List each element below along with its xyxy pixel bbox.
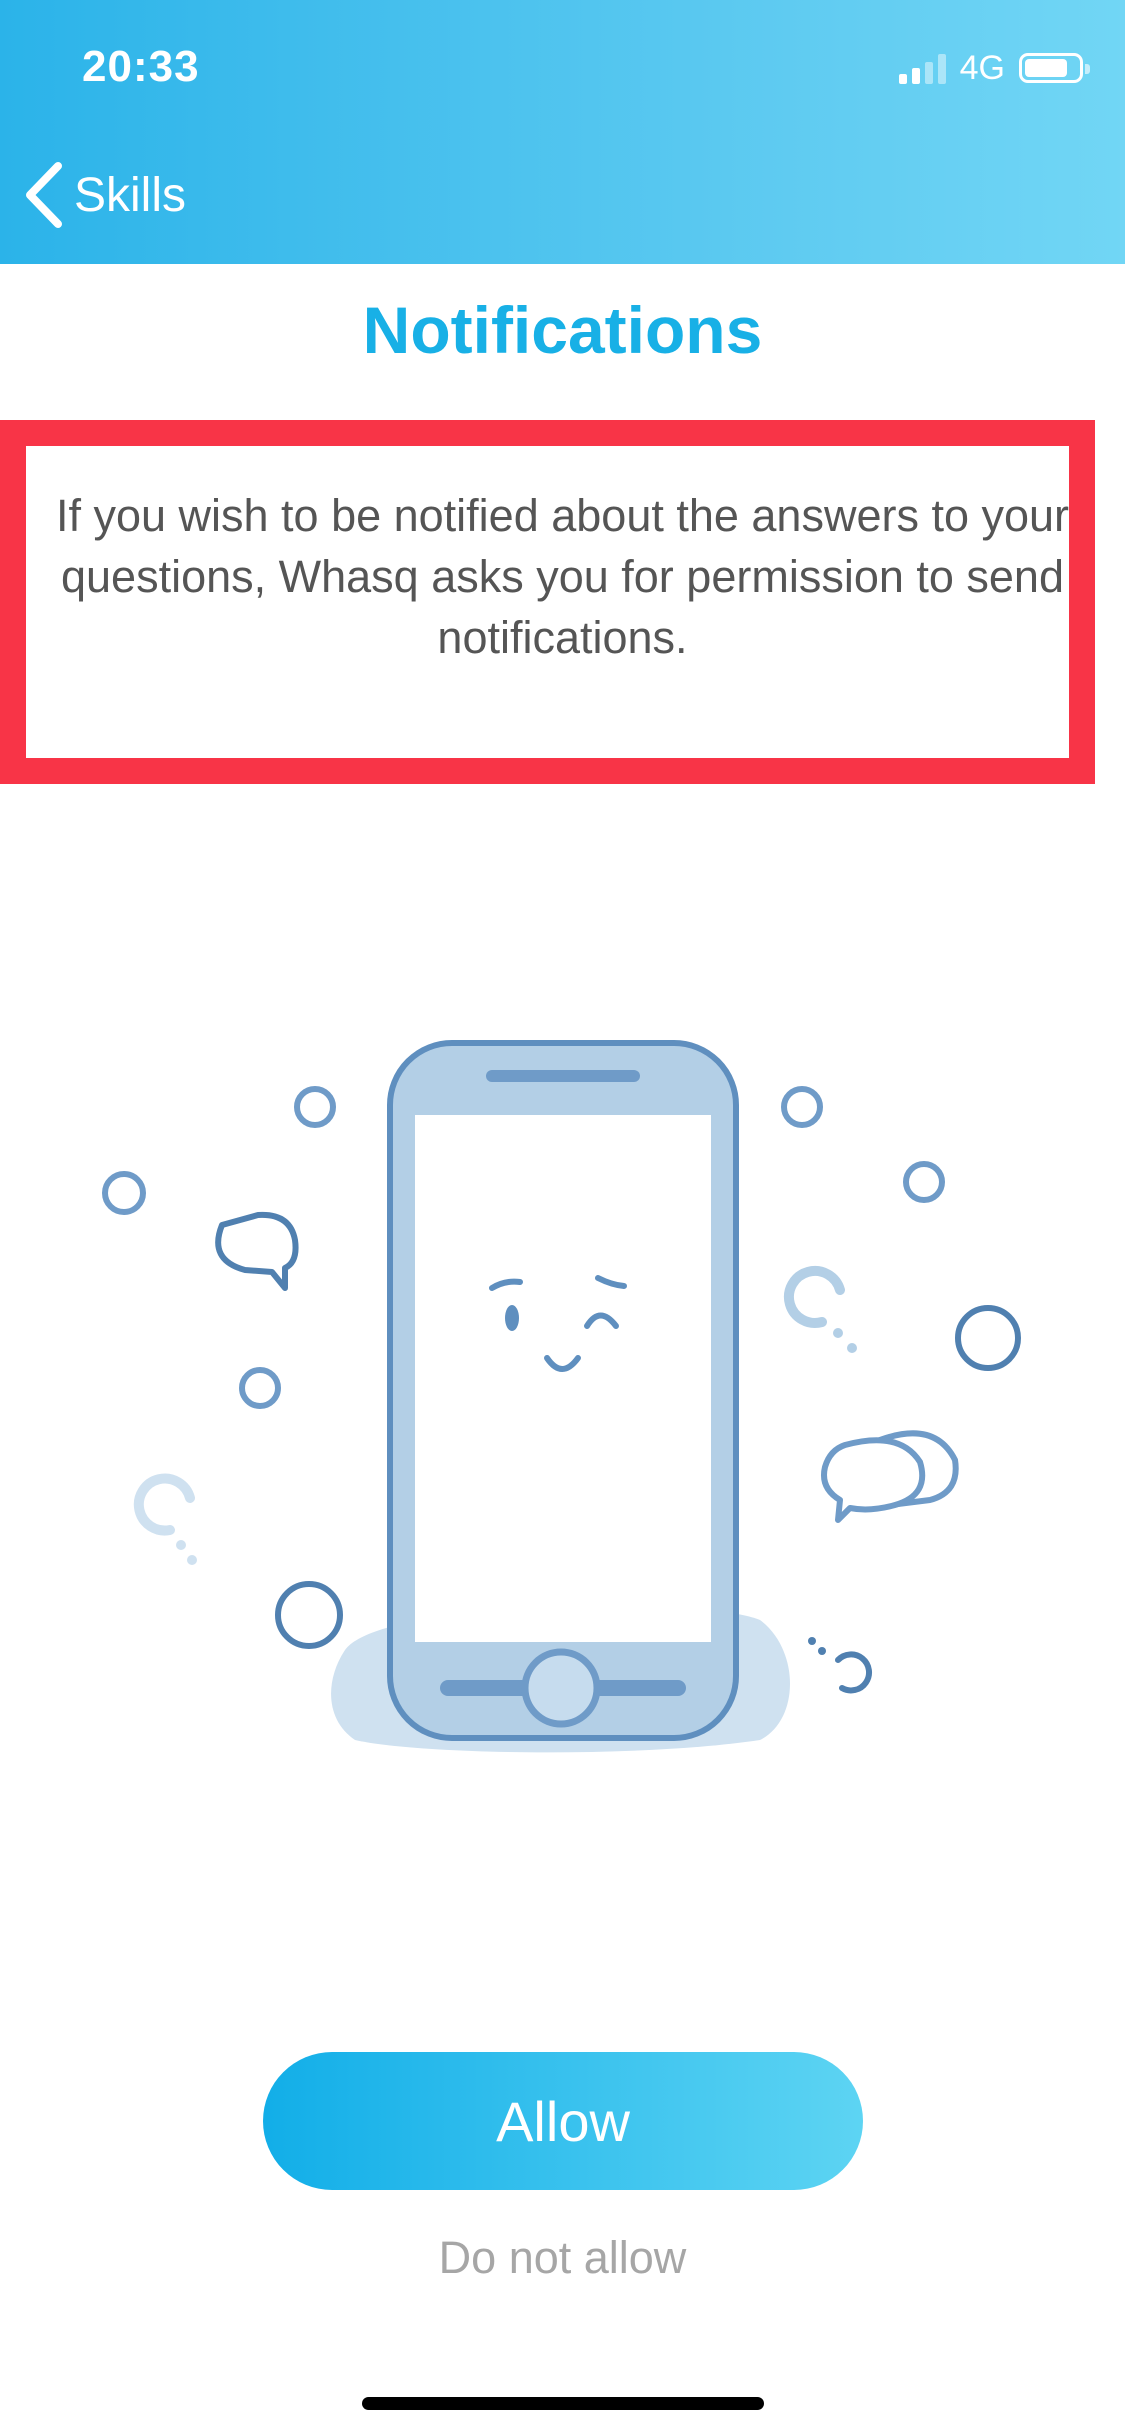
loading-arc-icon <box>835 1651 873 1694</box>
back-label: Skills <box>74 168 187 222</box>
loading-arc-icon <box>133 1473 195 1536</box>
phone-home-button <box>521 1648 601 1728</box>
status-indicators: 4G <box>898 48 1090 88</box>
speech-bubble-icon <box>215 1211 299 1291</box>
signal-bars-icon <box>898 52 946 84</box>
back-button[interactable]: Skills <box>24 160 186 230</box>
page-title: Notifications <box>362 293 763 367</box>
bubble <box>294 1086 336 1128</box>
bubble <box>781 1086 823 1128</box>
loading-arc-icon <box>783 1265 845 1328</box>
bubble <box>275 1581 343 1649</box>
do-not-allow-link[interactable]: Do not allow <box>0 2232 1125 2284</box>
phone-illustration <box>102 1040 1021 1753</box>
allow-button[interactable]: Allow <box>263 2052 863 2190</box>
chevron-left-icon <box>26 162 62 228</box>
phone-screen <box>415 1115 711 1642</box>
speech-bubble-icon <box>821 1437 926 1523</box>
permission-description: If you wish to be notified about the ans… <box>55 490 1070 663</box>
bubble <box>903 1161 945 1203</box>
bubble <box>239 1367 281 1409</box>
bubble <box>102 1171 146 1215</box>
top-bar: 20:33 4G Skills <box>0 0 1125 264</box>
network-type: 4G <box>959 48 1005 87</box>
face-eye-left <box>505 1305 519 1331</box>
bubble <box>955 1305 1021 1371</box>
home-indicator <box>362 2397 764 2410</box>
status-time: 20:33 <box>82 42 200 91</box>
battery-icon <box>1019 53 1090 83</box>
